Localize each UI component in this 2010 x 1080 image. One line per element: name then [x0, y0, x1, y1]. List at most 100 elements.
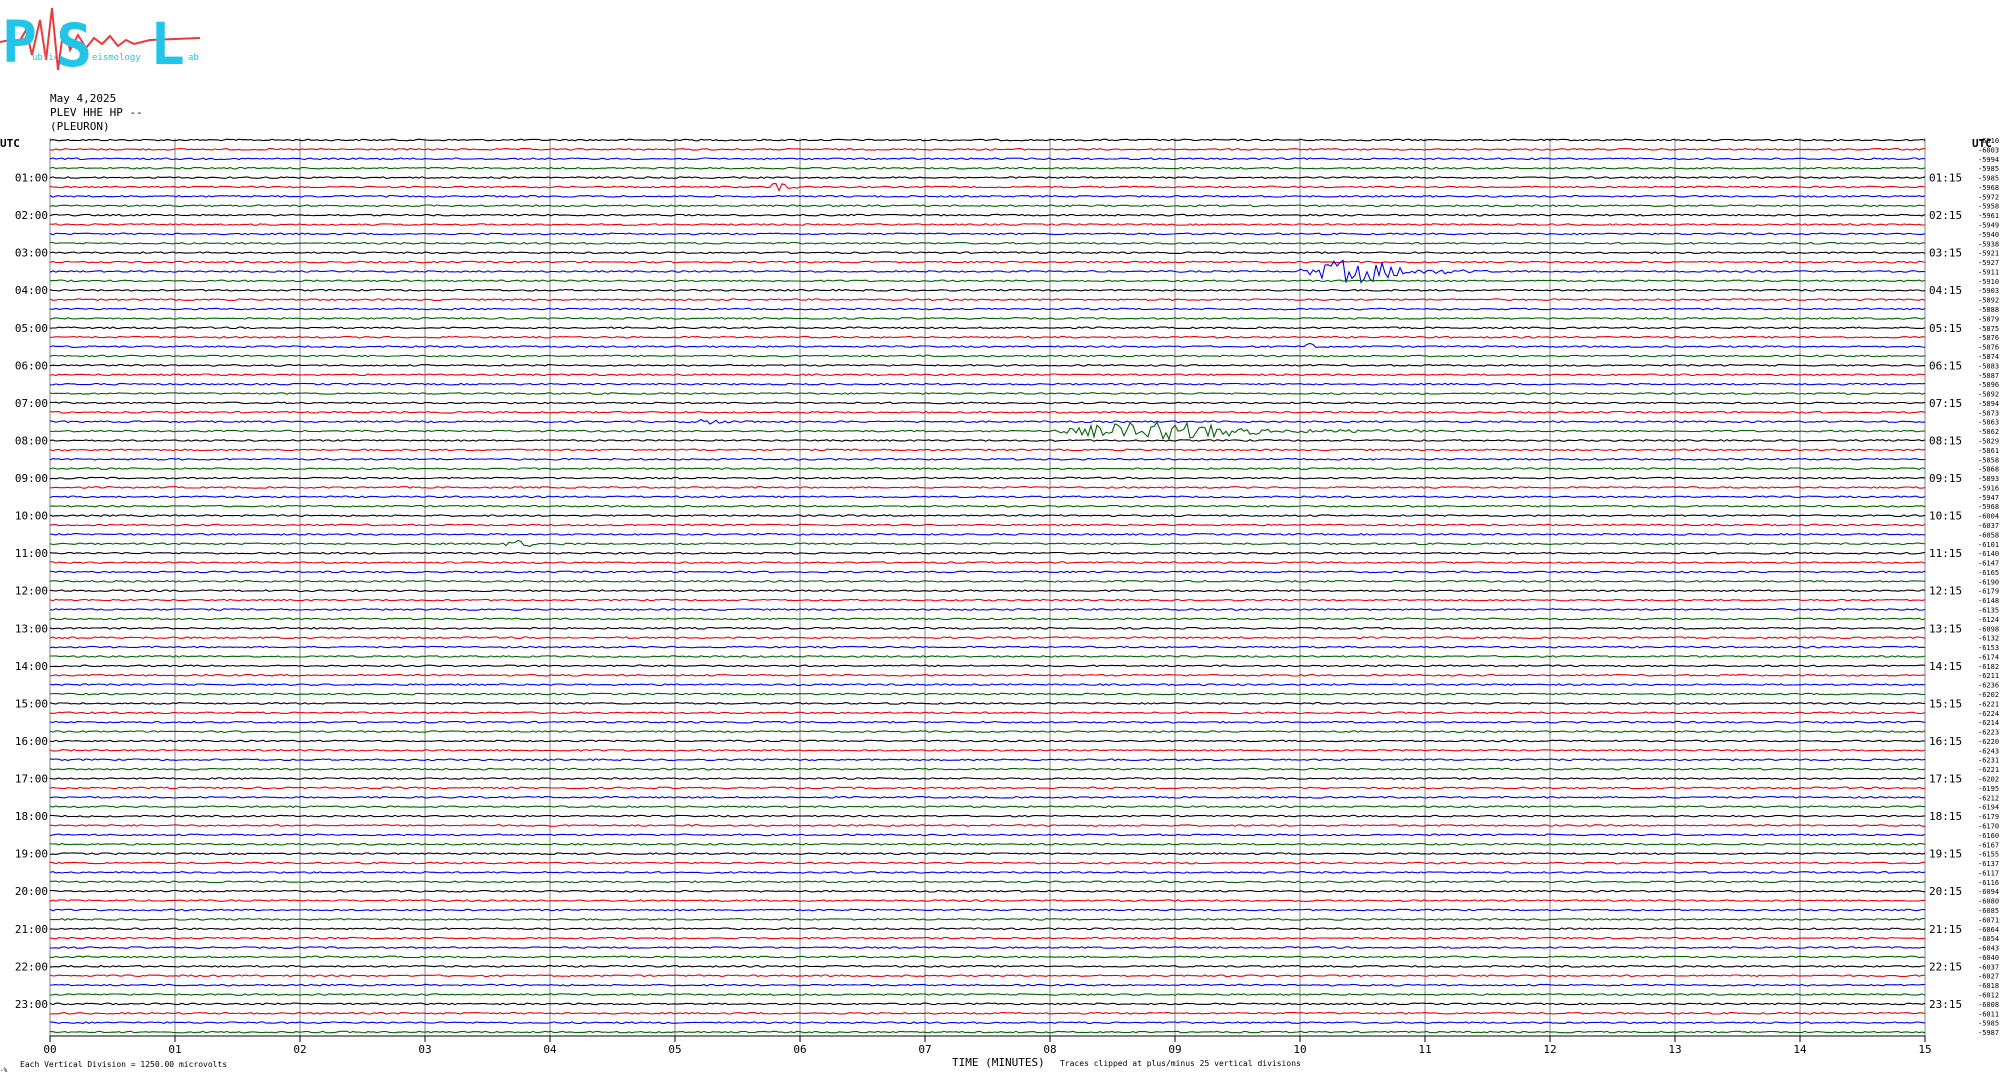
trace-row-54	[49, 645, 1926, 649]
row-offset-label: -5873	[1978, 409, 1999, 417]
row-offset-label: -5916	[1978, 484, 1999, 492]
x-axis: 00 01 02 03 04 05 06 07 08 09 10 11 12 13 14 15	[43, 1035, 1932, 1056]
trace-row-14	[49, 259, 1926, 284]
right-hour-label: 10:15	[1929, 510, 1962, 523]
right-hour-label: 09:15	[1929, 472, 1962, 485]
left-hour-label: 18:00	[15, 810, 48, 823]
row-offset-label: -6182	[1978, 663, 1999, 671]
row-offset-label: -5985	[1978, 1020, 1999, 1028]
row-offset-label: -6211	[1978, 672, 1999, 680]
scale-note: Each Vertical Division = 1250.00 microvo…	[20, 1060, 227, 1069]
trace-row-71	[49, 805, 1926, 809]
trace-row-81	[49, 899, 1925, 902]
left-hour-label: 14:00	[15, 660, 48, 673]
trace-row-4	[49, 176, 1926, 179]
left-hour-label: 19:00	[15, 848, 48, 861]
row-offset-label: -5994	[1978, 156, 1999, 164]
trace-row-24	[49, 364, 1926, 367]
x-tick-label-11: 11	[1418, 1043, 1431, 1056]
trace-row-8	[49, 213, 1926, 217]
row-offset-label: -5876	[1978, 334, 1999, 342]
right-hour-label: 16:15	[1929, 735, 1962, 748]
row-offset-label: -6012	[1978, 991, 1999, 999]
trace-row-79	[50, 880, 1926, 884]
x-tick-label-03: 03	[418, 1043, 431, 1056]
trace-row-45	[50, 561, 1926, 564]
trace-row-77	[49, 861, 1926, 865]
trace-row-74	[49, 833, 1926, 837]
right-hour-label: 17:15	[1929, 773, 1962, 786]
row-offset-label: -5892	[1978, 391, 1999, 399]
right-hour-label: 22:15	[1929, 960, 1962, 973]
trace-row-33	[49, 448, 1926, 452]
trace-row-52	[49, 626, 1926, 630]
trace-row-23	[49, 354, 1926, 358]
trace-row-64	[49, 739, 1926, 743]
trace-row-12	[49, 251, 1926, 255]
row-offset-label: -6054	[1978, 935, 1999, 943]
row-offset-label: -6174	[1978, 653, 1999, 661]
trace-row-72	[49, 814, 1926, 818]
x-tick-label-07: 07	[918, 1043, 931, 1056]
row-offset-label: -5892	[1978, 297, 1999, 305]
row-offset-label: -6137	[1978, 860, 1999, 868]
row-offset-label: -5910	[1978, 278, 1999, 286]
x-tick-label-13: 13	[1668, 1043, 1681, 1056]
trace-row-73	[49, 824, 1926, 827]
trace-row-78	[49, 870, 1926, 874]
left-hour-label: 13:00	[15, 622, 48, 635]
right-hour-label: 06:15	[1929, 359, 1962, 372]
clip-note: Traces clipped at plus/minus 25 vertical…	[1060, 1059, 1301, 1068]
right-hour-label: 02:15	[1929, 209, 1962, 222]
row-offset-label: -6040	[1978, 954, 1999, 962]
left-hour-label: 07:00	[15, 397, 48, 410]
right-hour-label: 19:15	[1929, 848, 1962, 861]
row-offset-label: -5968	[1978, 184, 1999, 192]
trace-row-46	[49, 570, 1926, 574]
trace-row-30	[49, 418, 1926, 425]
trace-row-56	[49, 664, 1926, 668]
trace-row-93	[49, 1011, 1926, 1015]
row-offset-label: -6202	[1978, 691, 1999, 699]
left-hour-label: 16:00	[15, 735, 48, 748]
row-offset-label: -6117	[1978, 869, 1999, 877]
row-offset-label: -5861	[1978, 447, 1999, 455]
x-tick-label-12: 12	[1543, 1043, 1556, 1056]
row-offset-label: -6124	[1978, 616, 1999, 624]
trace-row-58	[49, 683, 1926, 687]
trace-row-36	[49, 476, 1926, 480]
row-offset-label: -5874	[1978, 353, 1999, 361]
trace-row-5	[49, 183, 1926, 192]
row-offset-label: -6018	[1978, 982, 1999, 990]
trace-row-68	[49, 777, 1926, 780]
trace-row-83	[49, 917, 1925, 921]
left-hour-label: 15:00	[15, 697, 48, 710]
left-hour-label: 21:00	[15, 923, 48, 936]
row-offset-label: -5921	[1978, 250, 1999, 258]
row-offset-label: -6165	[1978, 569, 1999, 577]
row-offset-label: -5875	[1978, 325, 1999, 333]
row-offset-label: -6011	[1978, 1010, 1999, 1018]
left-hour-label: 20:00	[15, 885, 48, 898]
right-hour-label: 20:15	[1929, 885, 1962, 898]
row-offset-label: -6212	[1978, 794, 1999, 802]
trace-row-88	[49, 964, 1925, 968]
row-offset-label: -5903	[1978, 287, 1999, 295]
row-offset-label: -5896	[1978, 381, 1999, 389]
x-tick-label-09: 09	[1168, 1043, 1181, 1056]
row-offset-label: -6004	[1978, 513, 1999, 521]
x-tick-label-01: 01	[168, 1043, 181, 1056]
trace-row-48	[49, 589, 1926, 593]
row-offset-label: -6221	[1978, 766, 1999, 774]
row-offset-label: -6094	[1978, 888, 1999, 896]
row-offset-label: -5911	[1978, 268, 1999, 276]
row-offset-label: -5887	[1978, 372, 1999, 380]
row-offset-label: -6085	[1978, 907, 1999, 915]
right-hour-label: 11:15	[1929, 547, 1962, 560]
trace-row-19	[49, 317, 1926, 320]
trace-row-76	[49, 852, 1926, 856]
trace-row-61	[49, 711, 1926, 715]
trace-row-17	[49, 298, 1926, 301]
right-hour-label: 08:15	[1929, 434, 1962, 447]
row-offset-label: -5868	[1978, 466, 1999, 474]
